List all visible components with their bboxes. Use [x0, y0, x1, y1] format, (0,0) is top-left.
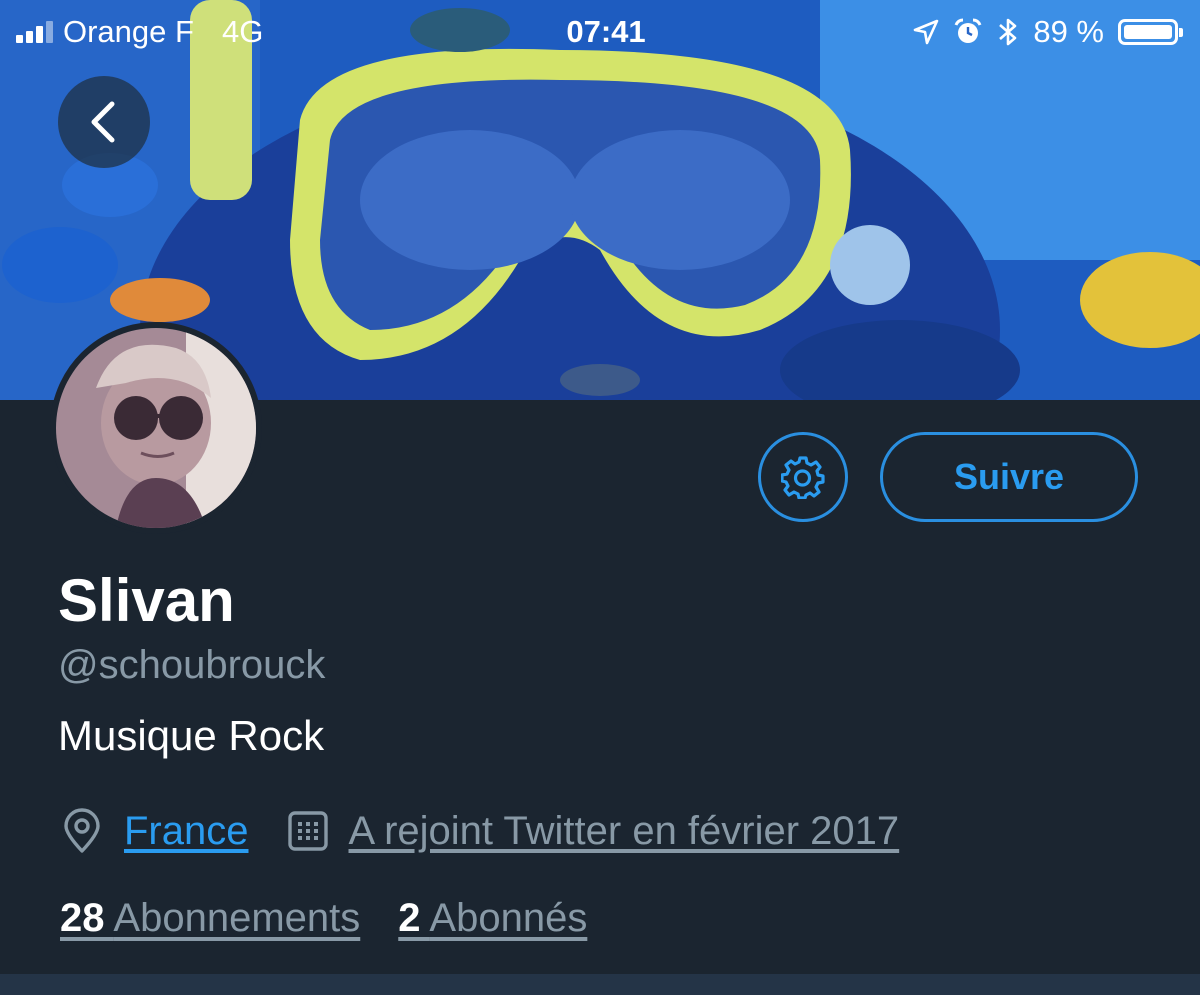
bio-text: Musique Rock — [58, 712, 325, 759]
back-button[interactable] — [58, 76, 150, 168]
bluetooth-icon — [999, 18, 1017, 46]
gear-icon — [781, 456, 825, 499]
following-count-link[interactable]: 28 Abonnements — [60, 896, 360, 941]
username-handle: @schoubrouck — [58, 643, 326, 687]
alarm-icon — [954, 18, 982, 43]
settings-button[interactable] — [758, 432, 848, 522]
join-date-link[interactable]: A rejoint Twitter en février 2017 — [349, 809, 900, 854]
follow-stats: 28 Abonnements 2 Abonnés — [60, 896, 587, 941]
following-count: 28 — [60, 896, 105, 940]
back-icon — [91, 101, 115, 143]
status-bar-right: 89 % — [913, 14, 1183, 50]
tab-strip-divider — [0, 974, 1200, 995]
display-name: Slivan — [58, 567, 235, 634]
battery-icon — [1118, 19, 1183, 45]
followers-count: 2 — [398, 896, 421, 940]
status-bar: Orange F 4G 07:41 89 % — [0, 0, 1200, 62]
battery-percentage: 89 % — [1033, 14, 1104, 49]
followers-count-link[interactable]: 2 Abonnés — [398, 896, 587, 941]
followers-label: Abonnés — [429, 896, 588, 940]
following-label: Abonnements — [113, 896, 361, 940]
location-arrow-icon — [914, 19, 939, 45]
profile-meta: France A rejoint Twitter en février 2017 — [62, 808, 899, 854]
follow-button[interactable]: Suivre — [880, 432, 1138, 522]
location-link[interactable]: France — [124, 809, 249, 854]
calendar-icon — [287, 811, 328, 851]
location-pin-icon — [64, 808, 100, 853]
avatar[interactable] — [50, 322, 262, 534]
